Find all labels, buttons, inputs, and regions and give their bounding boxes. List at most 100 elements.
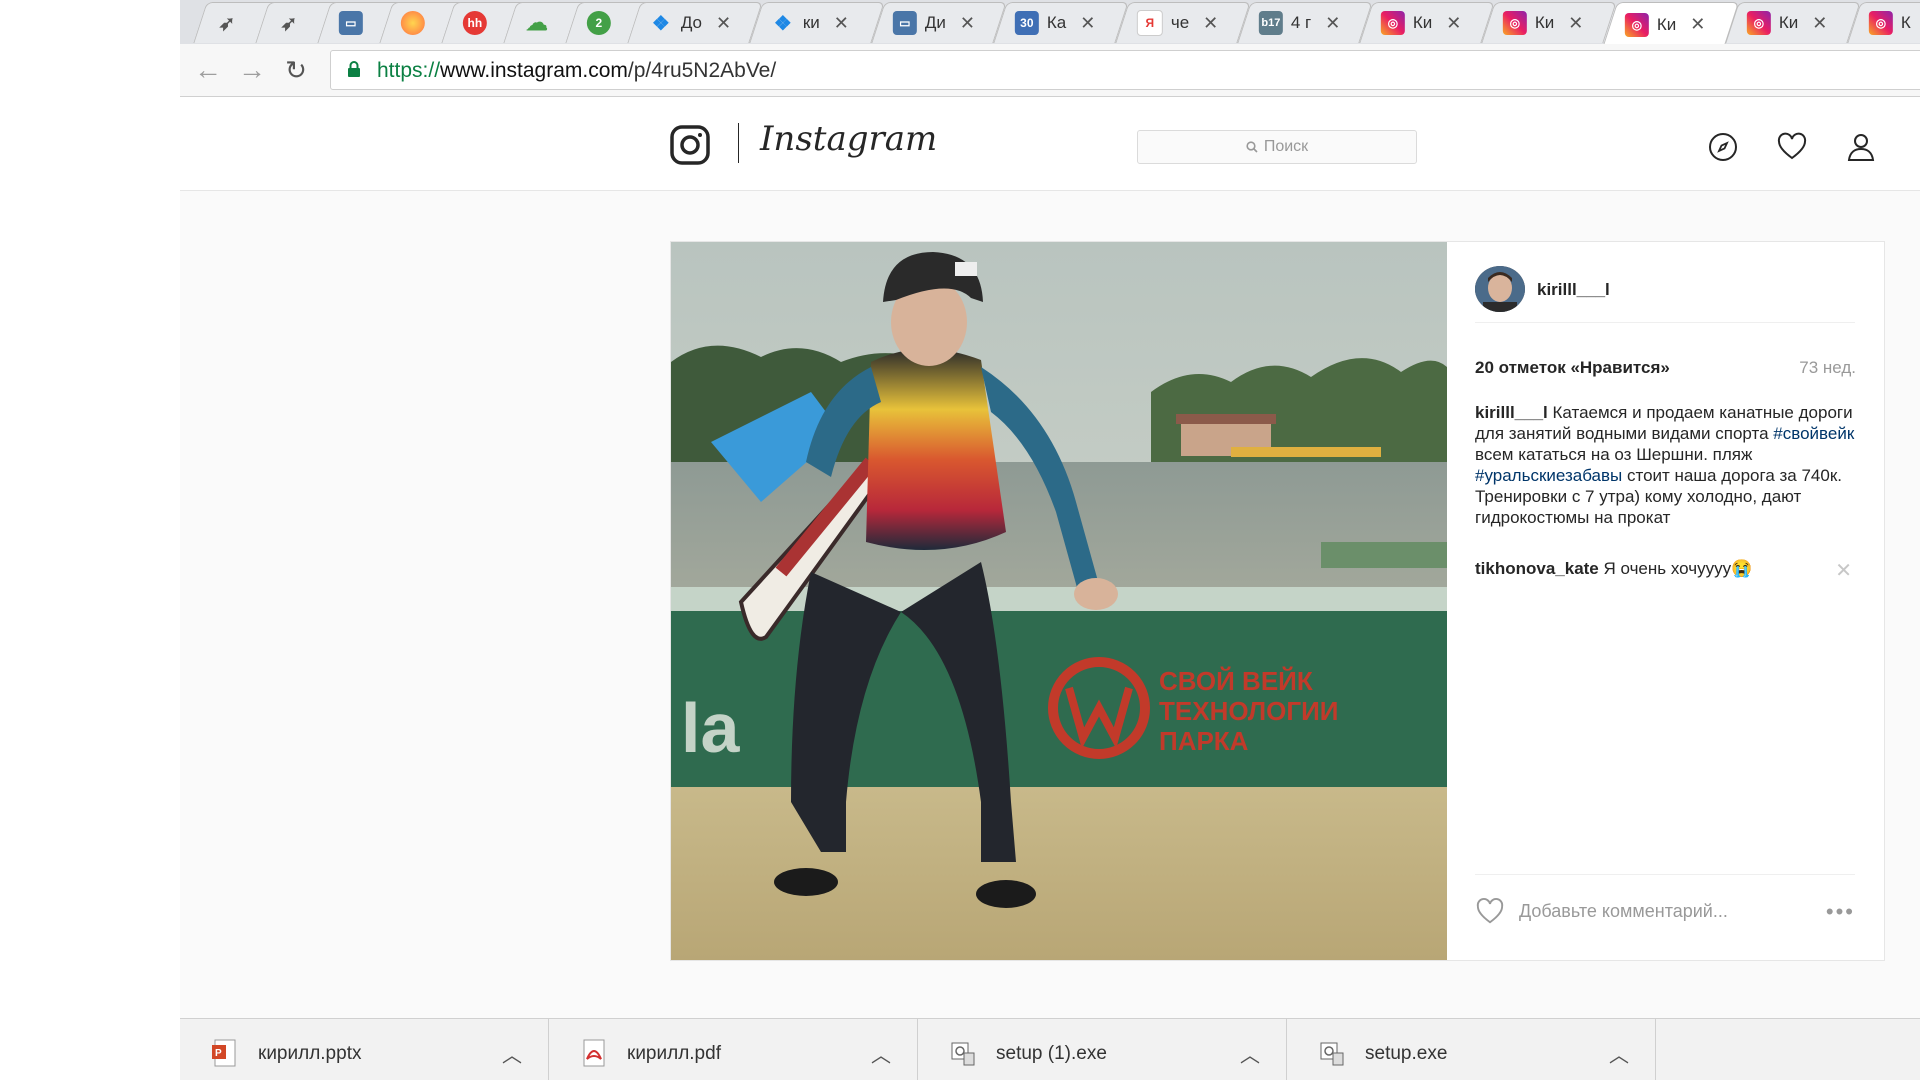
caption-username[interactable]: kirilll___l [1475, 403, 1548, 422]
tab-chat-2[interactable]: ▭ Ди ✕ [871, 2, 1007, 43]
tab-calendar[interactable]: 30 Ка ✕ [993, 2, 1129, 43]
close-icon[interactable]: ✕ [1690, 14, 1705, 35]
instagram-icon: ◎ [1746, 11, 1771, 35]
chevron-up-icon[interactable]: ︿ [502, 1039, 522, 1068]
instagram-logo-icon[interactable] [670, 125, 710, 165]
close-icon[interactable]: ✕ [1446, 13, 1461, 34]
download-filename: кирилл.pptx [258, 1043, 362, 1064]
caption-text-2: всем кататься на оз Шершни. пляж [1475, 445, 1753, 464]
instagram-header: Instagram Поиск [180, 97, 1920, 191]
search-input[interactable]: Поиск [1137, 130, 1417, 164]
post-age[interactable]: 73 нед. [1799, 358, 1856, 378]
download-item[interactable]: setup (1).exe ︿ [918, 1019, 1287, 1080]
download-filename: setup.exe [1365, 1043, 1448, 1064]
tab-label: ки [802, 13, 820, 32]
chevron-up-icon[interactable]: ︿ [871, 1039, 891, 1068]
close-icon[interactable]: ✕ [834, 13, 849, 34]
profile-user-icon[interactable] [1845, 131, 1877, 163]
tab-label: Ка [1046, 13, 1067, 32]
post-card: СВОЙ ВЕЙК ТЕХНОЛОГИИ ПАРКА la kirilll___… [670, 241, 1885, 961]
download-item[interactable]: кирилл.pdf ︿ [549, 1019, 918, 1080]
url-host: www.instagram.com [440, 59, 628, 82]
hashtag-link[interactable]: #уральскиезабавы [1475, 466, 1622, 485]
address-bar[interactable]: https://www.instagram.com/p/4ru5N2AbVe/ [330, 50, 1920, 90]
tab-label: Ки [1778, 13, 1799, 32]
close-icon[interactable]: ✕ [1325, 13, 1340, 34]
tab-label: 4 г [1290, 13, 1312, 32]
wakeboard-photo: СВОЙ ВЕЙК ТЕХНОЛОГИИ ПАРКА la [671, 242, 1447, 960]
url-text: https://www.instagram.com/p/4ru5N2AbVe/ [377, 59, 776, 83]
svg-text:ТЕХНОЛОГИИ: ТЕХНОЛОГИИ [1159, 696, 1339, 726]
delete-comment-icon[interactable]: ✕ [1835, 558, 1852, 583]
cloud-icon: ☁ [525, 10, 548, 35]
header-divider [738, 123, 739, 163]
svg-text:СВОЙ ВЕЙК: СВОЙ ВЕЙК [1159, 666, 1313, 696]
hashtag-link[interactable]: #свойвейк [1773, 424, 1854, 443]
tab-label: Ки [1656, 14, 1677, 34]
close-icon[interactable]: ✕ [1203, 13, 1218, 34]
comment: tikhonova_kate Я очень хочуууу😭 [1475, 558, 1855, 579]
reload-icon[interactable]: ↻ [280, 54, 312, 86]
author-username[interactable]: kirilll___l [1537, 280, 1610, 300]
explore-compass-icon[interactable] [1707, 131, 1739, 163]
add-comment-section: Добавьте комментарий... ••• [1475, 874, 1855, 935]
close-icon[interactable]: ✕ [960, 13, 975, 34]
more-options-icon[interactable]: ••• [1826, 899, 1855, 925]
installer-file-icon [1320, 1042, 1344, 1066]
download-item[interactable]: setup.exe ︿ [1287, 1019, 1656, 1080]
chevron-up-icon[interactable]: ︿ [1240, 1039, 1260, 1068]
tab-instagram-2[interactable]: ◎ Ки ✕ [1481, 2, 1617, 43]
tab-b17[interactable]: b17 4 г ✕ [1237, 2, 1373, 43]
search-icon [1246, 141, 1258, 153]
tab-dropbox-2[interactable]: ❖ ки ✕ [749, 2, 885, 43]
tab-label: Ки [1534, 13, 1555, 32]
back-icon[interactable]: ← [192, 54, 224, 86]
tab-label: До [680, 13, 703, 32]
chat-icon: ▭ [338, 11, 363, 35]
tab-instagram-active[interactable]: ◎ Ки ✕ [1602, 2, 1740, 46]
chevron-up-icon[interactable]: ︿ [1609, 1039, 1629, 1068]
like-heart-icon[interactable] [1475, 897, 1505, 925]
add-comment-input[interactable]: Добавьте комментарий... [1519, 901, 1728, 922]
lock-icon [348, 61, 360, 77]
tab-yandex[interactable]: Яче ✕ [1115, 2, 1251, 43]
close-icon[interactable]: ✕ [716, 13, 731, 34]
url-scheme: https:// [377, 59, 441, 82]
forward-icon[interactable]: → [236, 54, 268, 86]
avatar-image [1475, 266, 1525, 312]
download-filename: кирилл.pdf [627, 1043, 721, 1064]
browser-toolbar: ← → ↻ https://www.instagram.com/p/4ru5N2… [180, 44, 1920, 97]
post-photo[interactable]: СВОЙ ВЕЙК ТЕХНОЛОГИИ ПАРКА la [671, 242, 1447, 960]
download-filename: setup (1).exe [996, 1043, 1107, 1064]
instagram-icon: ◎ [1868, 11, 1893, 35]
calendar-30-icon: 30 [1014, 11, 1039, 35]
download-item[interactable]: P кирилл.pptx ︿ [180, 1019, 549, 1080]
likes-count[interactable]: 20 отметок «Нравится» [1475, 358, 1670, 378]
tab-instagram-3[interactable]: ◎ Ки ✕ [1725, 2, 1861, 43]
pdf-file-icon [583, 1039, 605, 1067]
instagram-icon: ◎ [1624, 12, 1649, 37]
post-author: kirilll___l [1475, 262, 1855, 323]
close-icon[interactable]: ✕ [1080, 13, 1095, 34]
search-placeholder: Поиск [1263, 138, 1309, 155]
activity-heart-icon[interactable] [1776, 131, 1808, 163]
comment-username[interactable]: tikhonova_kate [1475, 559, 1599, 578]
instagram-icon: ◎ [1380, 11, 1405, 35]
rocket-icon: ➶ [218, 12, 236, 35]
b17-icon: b17 [1258, 11, 1283, 35]
close-icon[interactable]: ✕ [1812, 13, 1827, 34]
installer-file-icon [951, 1042, 975, 1066]
rocket-icon: ➶ [280, 12, 298, 35]
tab-instagram-1[interactable]: ◎ Ки ✕ [1359, 2, 1495, 43]
circle-2-icon: 2 [586, 11, 611, 35]
avatar[interactable] [1475, 266, 1525, 312]
yandex-icon: Я [1136, 10, 1163, 36]
hh-icon: hh [462, 11, 487, 35]
dropbox-icon: ❖ [773, 12, 792, 35]
tab-instagram-4[interactable]: ◎ К [1847, 2, 1920, 43]
dropbox-icon: ❖ [651, 12, 670, 35]
powerpoint-file-icon: P [212, 1039, 236, 1067]
close-icon[interactable]: ✕ [1568, 13, 1583, 34]
instagram-wordmark[interactable]: Instagram [760, 119, 937, 159]
tab-dropbox-1[interactable]: ❖ До ✕ [627, 2, 763, 43]
